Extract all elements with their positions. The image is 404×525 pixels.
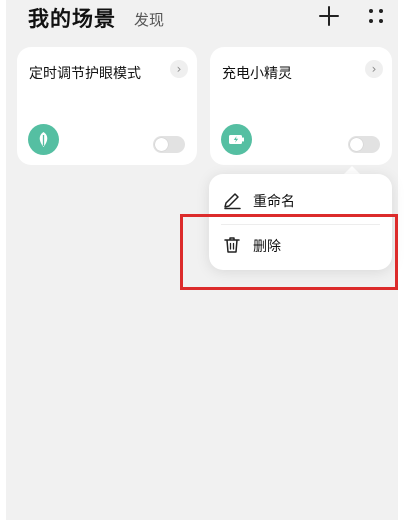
scene-card-eye-care[interactable]: 定时调节护眼模式 ›: [17, 47, 197, 165]
page-title: 我的场景: [28, 7, 116, 31]
grid-dots-icon: [369, 9, 383, 23]
scene-card-title: 充电小精灵: [222, 66, 292, 82]
scenes-page: 我的场景 发现 定时调节护眼模式 › 充电小精灵 › 重命名 删除: [0, 0, 404, 525]
pencil-icon: [224, 193, 241, 210]
scene-card-charging[interactable]: 充电小精灵 ›: [210, 47, 392, 165]
highlight-annotation-box: [180, 214, 398, 290]
rename-label: 重命名: [253, 194, 295, 210]
chevron-right-icon[interactable]: ›: [365, 60, 383, 78]
battery-icon: [221, 124, 252, 155]
frame-edge-left: [0, 0, 6, 525]
scene-card-title: 定时调节护眼模式: [29, 66, 141, 82]
frame-edge-right: [398, 0, 404, 525]
scene-toggle-switch[interactable]: [348, 136, 380, 153]
frame-edge-bottom: [0, 520, 404, 525]
add-scene-button[interactable]: [315, 2, 343, 30]
tab-discover[interactable]: 发现: [134, 9, 164, 30]
leaf-icon: [28, 124, 59, 155]
plus-icon: [319, 6, 339, 26]
toggle-knob: [155, 138, 168, 151]
chevron-right-icon[interactable]: ›: [170, 60, 188, 78]
toggle-knob: [350, 138, 363, 151]
more-button[interactable]: [362, 2, 390, 30]
scene-toggle-switch[interactable]: [153, 136, 185, 153]
